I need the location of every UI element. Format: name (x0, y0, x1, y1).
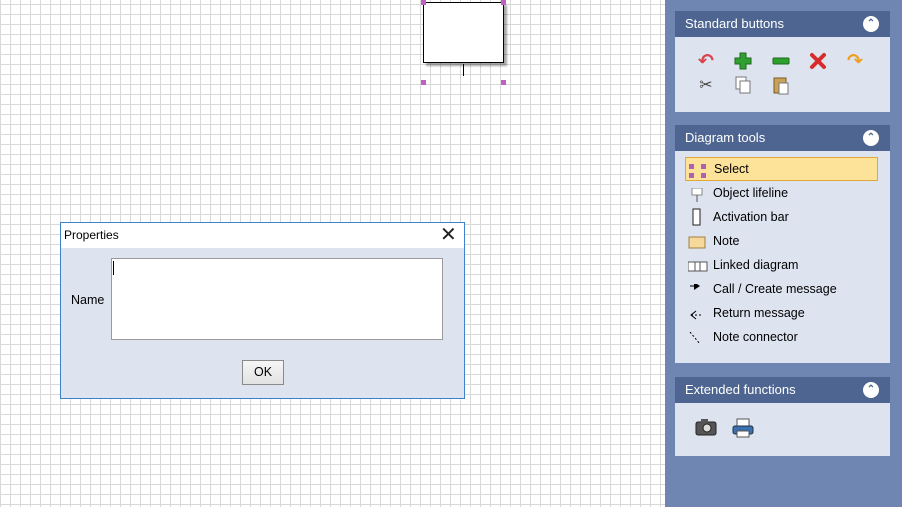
selection-handle-top-left[interactable] (421, 0, 426, 5)
tool-label: Note connector (713, 330, 798, 344)
tool-label: Note (713, 234, 740, 248)
diagram-tools-list: Select Object lifeline Activation bar No… (675, 151, 890, 349)
paste-icon[interactable] (770, 75, 792, 95)
tool-note[interactable]: Note (685, 229, 878, 253)
cut-icon[interactable]: ✂ (695, 75, 717, 95)
undo-icon[interactable]: ↶ (695, 51, 717, 71)
note-connector-icon (688, 330, 706, 345)
extended-functions-group: Extended functions ⌃ (675, 377, 890, 456)
add-icon[interactable] (732, 51, 754, 71)
close-icon[interactable]: ✕ (440, 223, 457, 248)
object-lifeline-box[interactable] (423, 2, 504, 63)
tool-return-message[interactable]: Return message (685, 301, 878, 325)
tool-activation-bar[interactable]: Activation bar (685, 205, 878, 229)
object-lifeline-icon (688, 186, 706, 202)
extended-functions-header[interactable]: Extended functions ⌃ (675, 377, 890, 403)
copy-icon[interactable] (732, 75, 754, 95)
tool-call-create-message[interactable]: Call / Create message (685, 277, 878, 301)
extended-functions-title: Extended functions (685, 382, 796, 397)
call-message-icon (688, 282, 706, 296)
activation-bar-icon (688, 208, 706, 226)
tool-label: Return message (713, 306, 805, 320)
tool-note-connector[interactable]: Note connector (685, 325, 878, 349)
diagram-tools-group: Diagram tools ⌃ Select Object lifeline A… (675, 125, 890, 363)
selection-handle-top-right[interactable] (501, 0, 506, 5)
name-label: Name (71, 293, 105, 307)
tool-label: Linked diagram (713, 258, 799, 272)
collapse-icon[interactable]: ⌃ (863, 130, 879, 146)
delete-icon[interactable] (807, 51, 829, 71)
dialog-title: Properties (64, 228, 119, 242)
printer-icon[interactable] (732, 418, 754, 438)
select-icon (689, 163, 707, 178)
tool-select[interactable]: Select (685, 157, 878, 181)
name-input[interactable] (111, 258, 443, 340)
tool-object-lifeline[interactable]: Object lifeline (685, 181, 878, 205)
tool-label: Object lifeline (713, 186, 789, 200)
remove-icon[interactable] (770, 51, 792, 71)
selection-handle-bottom-left[interactable] (421, 80, 426, 85)
return-message-icon (688, 306, 706, 320)
diagram-tools-header[interactable]: Diagram tools ⌃ (675, 125, 890, 151)
tool-label: Activation bar (713, 210, 789, 224)
properties-dialog: Properties ✕ Name OK (60, 222, 465, 399)
standard-buttons-title: Standard buttons (685, 16, 785, 31)
collapse-icon[interactable]: ⌃ (863, 382, 879, 398)
selection-handle-bottom-right[interactable] (501, 80, 506, 85)
note-icon (688, 234, 706, 249)
standard-buttons-group: Standard buttons ⌃ ↶ ↷ ✂ (675, 11, 890, 112)
dialog-titlebar[interactable]: Properties ✕ (61, 223, 464, 248)
standard-buttons-header[interactable]: Standard buttons ⌃ (675, 11, 890, 37)
diagram-tools-title: Diagram tools (685, 130, 766, 145)
text-caret (113, 261, 114, 275)
lifeline-stem[interactable] (463, 64, 464, 76)
camera-icon[interactable] (695, 418, 717, 438)
tool-label: Call / Create message (713, 282, 837, 296)
linked-diagram-icon (687, 258, 708, 272)
collapse-icon[interactable]: ⌃ (863, 16, 879, 32)
tool-label: Select (714, 162, 749, 176)
ok-button[interactable]: OK (242, 360, 284, 385)
tool-linked-diagram[interactable]: Linked diagram (685, 253, 878, 277)
redo-icon[interactable]: ↷ (844, 51, 866, 71)
